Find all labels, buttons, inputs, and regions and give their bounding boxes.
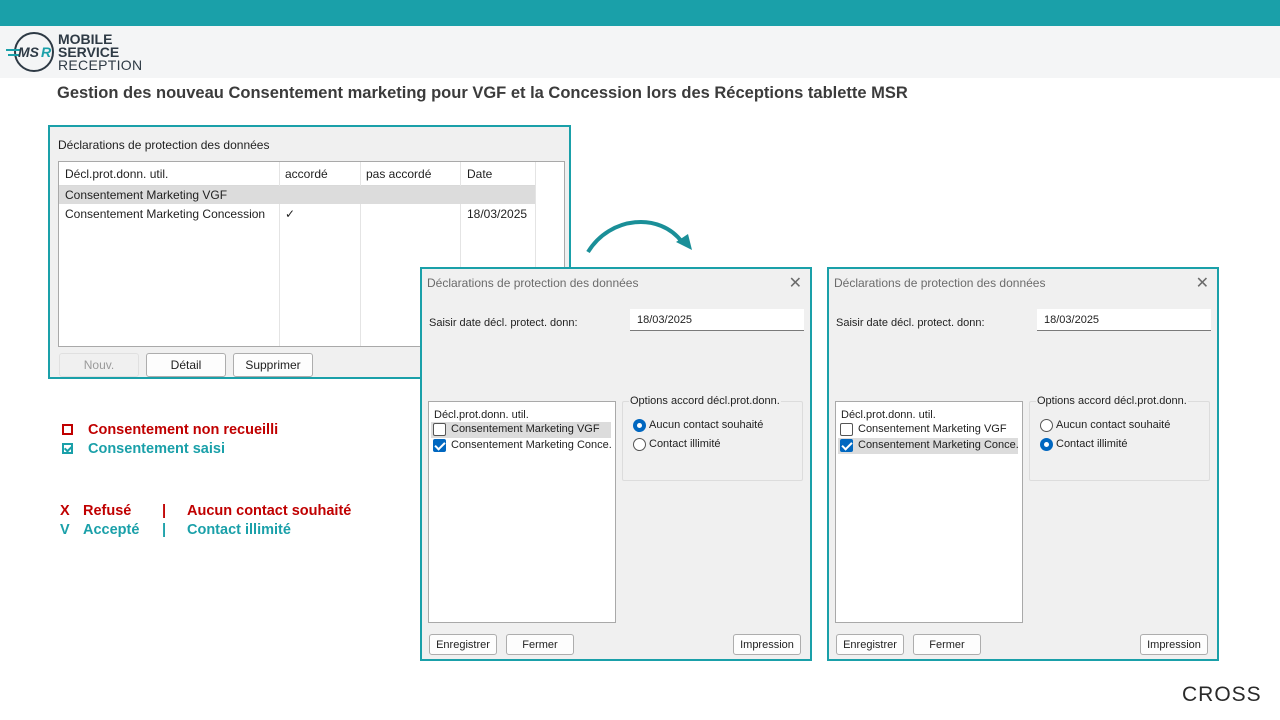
- row-declaration: Consentement Marketing Concession: [65, 207, 266, 221]
- list-item-vgf[interactable]: Consentement Marketing VGF: [838, 422, 1018, 438]
- row-date: 18/03/2025: [467, 207, 528, 221]
- radio-no-contact[interactable]: Aucun contact souhaité: [1040, 418, 1210, 434]
- legend-separator: |: [162, 522, 167, 538]
- table-row[interactable]: Consentement Marketing Concession ✓ 18/0…: [59, 205, 535, 223]
- dialog-accepted: Déclarations de protection des données ✕…: [827, 267, 1219, 661]
- column-header-date[interactable]: Date: [467, 167, 492, 181]
- checkbox[interactable]: [840, 439, 853, 452]
- delete-button[interactable]: Supprimer: [233, 353, 313, 377]
- grid-header: Décl.prot.donn. util. accordé pas accord…: [59, 162, 535, 186]
- group-title: Déclarations de protection des données: [58, 138, 270, 152]
- brand-bar: [0, 26, 1280, 78]
- date-field[interactable]: 18/03/2025: [630, 309, 804, 331]
- checked-checkbox-icon: [62, 443, 73, 454]
- checkbox[interactable]: [433, 439, 446, 452]
- radio-label: Contact illimité: [649, 438, 721, 450]
- print-button[interactable]: Impression: [1140, 634, 1208, 655]
- svg-text:MS: MS: [18, 44, 40, 60]
- checkbox[interactable]: [433, 423, 446, 436]
- list-item-concession[interactable]: Consentement Marketing Conce...: [431, 438, 611, 454]
- cross-logo: CROSS: [1182, 683, 1262, 706]
- close-button[interactable]: Fermer: [913, 634, 981, 655]
- options-title: Options accord décl.prot.donn.: [1036, 395, 1188, 407]
- new-button[interactable]: Nouv.: [59, 353, 139, 377]
- list-item-label: Consentement Marketing Conce...: [858, 439, 1018, 451]
- svg-text:R: R: [41, 44, 52, 60]
- list-item-label: Consentement Marketing VGF: [858, 423, 1007, 435]
- list-item-label: Consentement Marketing VGF: [451, 423, 600, 435]
- declaration-list[interactable]: Décl.prot.donn. util. Consentement Marke…: [835, 401, 1023, 623]
- list-header: Décl.prot.donn. util.: [434, 409, 529, 421]
- row-granted: ✓: [285, 207, 296, 221]
- radio-dot[interactable]: [1040, 438, 1053, 451]
- close-button[interactable]: Fermer: [506, 634, 574, 655]
- column-header-granted[interactable]: accordé: [285, 167, 328, 181]
- empty-checkbox-icon: [62, 424, 73, 435]
- radio-dot[interactable]: [633, 438, 646, 451]
- radio-unlimited-contact[interactable]: Contact illimité: [1040, 437, 1210, 453]
- list-item-label: Consentement Marketing Conce...: [451, 439, 611, 451]
- table-row[interactable]: Consentement Marketing VGF: [59, 186, 535, 204]
- checkbox[interactable]: [840, 423, 853, 436]
- brand-name: MOBILE SERVICE RECEPTION: [58, 32, 143, 73]
- options-title: Options accord décl.prot.donn.: [629, 395, 781, 407]
- print-button[interactable]: Impression: [733, 634, 801, 655]
- detail-button[interactable]: Détail: [146, 353, 226, 377]
- list-item-vgf[interactable]: Consentement Marketing VGF: [431, 422, 611, 438]
- consent-options-group: Options accord décl.prot.donn. Aucun con…: [1029, 395, 1210, 481]
- radio-label: Contact illimité: [1056, 438, 1128, 450]
- save-button[interactable]: Enregistrer: [429, 634, 497, 655]
- date-field[interactable]: 18/03/2025: [1037, 309, 1211, 331]
- dialog-title: Déclarations de protection des données: [427, 276, 639, 290]
- top-accent-bar: [0, 0, 1280, 26]
- radio-label: Aucun contact souhaité: [1056, 419, 1171, 431]
- close-icon[interactable]: ✕: [1196, 273, 1209, 293]
- save-button[interactable]: Enregistrer: [836, 634, 904, 655]
- dialog-refused: Déclarations de protection des données ✕…: [420, 267, 812, 661]
- declaration-list[interactable]: Décl.prot.donn. util. Consentement Marke…: [428, 401, 616, 623]
- legend-accepted: Accepté: [83, 522, 140, 538]
- legend-accepted-letter: V: [60, 522, 70, 538]
- radio-no-contact[interactable]: Aucun contact souhaité: [633, 418, 803, 434]
- column-header-not-granted[interactable]: pas accordé: [366, 167, 431, 181]
- legend-entered: Consentement saisi: [88, 441, 225, 457]
- radio-unlimited-contact[interactable]: Contact illimité: [633, 437, 803, 453]
- list-header: Décl.prot.donn. util.: [841, 409, 936, 421]
- curved-arrow-icon: [586, 220, 692, 254]
- legend-refused-meaning: Aucun contact souhaité: [187, 503, 352, 519]
- legend-accepted-meaning: Contact illimité: [187, 522, 291, 538]
- legend-not-collected: Consentement non recueilli: [88, 422, 279, 438]
- list-item-concession[interactable]: Consentement Marketing Conce...: [838, 438, 1018, 454]
- legend-refused: Refusé: [83, 503, 132, 519]
- date-label: Saisir date décl. protect. donn:: [836, 317, 985, 329]
- date-label: Saisir date décl. protect. donn:: [429, 317, 578, 329]
- dialog-title: Déclarations de protection des données: [834, 276, 1046, 290]
- brand-line-3: RECEPTION: [58, 57, 143, 73]
- close-icon[interactable]: ✕: [789, 273, 802, 293]
- page-title: Gestion des nouveau Consentement marketi…: [57, 84, 908, 102]
- legend-refused-letter: X: [60, 503, 70, 519]
- legend-separator: |: [162, 503, 167, 519]
- radio-dot[interactable]: [1040, 419, 1053, 432]
- consent-options-group: Options accord décl.prot.donn. Aucun con…: [622, 395, 803, 481]
- column-header-declaration[interactable]: Décl.prot.donn. util.: [65, 167, 168, 181]
- radio-dot[interactable]: [633, 419, 646, 432]
- radio-label: Aucun contact souhaité: [649, 419, 764, 431]
- row-declaration: Consentement Marketing VGF: [65, 188, 228, 202]
